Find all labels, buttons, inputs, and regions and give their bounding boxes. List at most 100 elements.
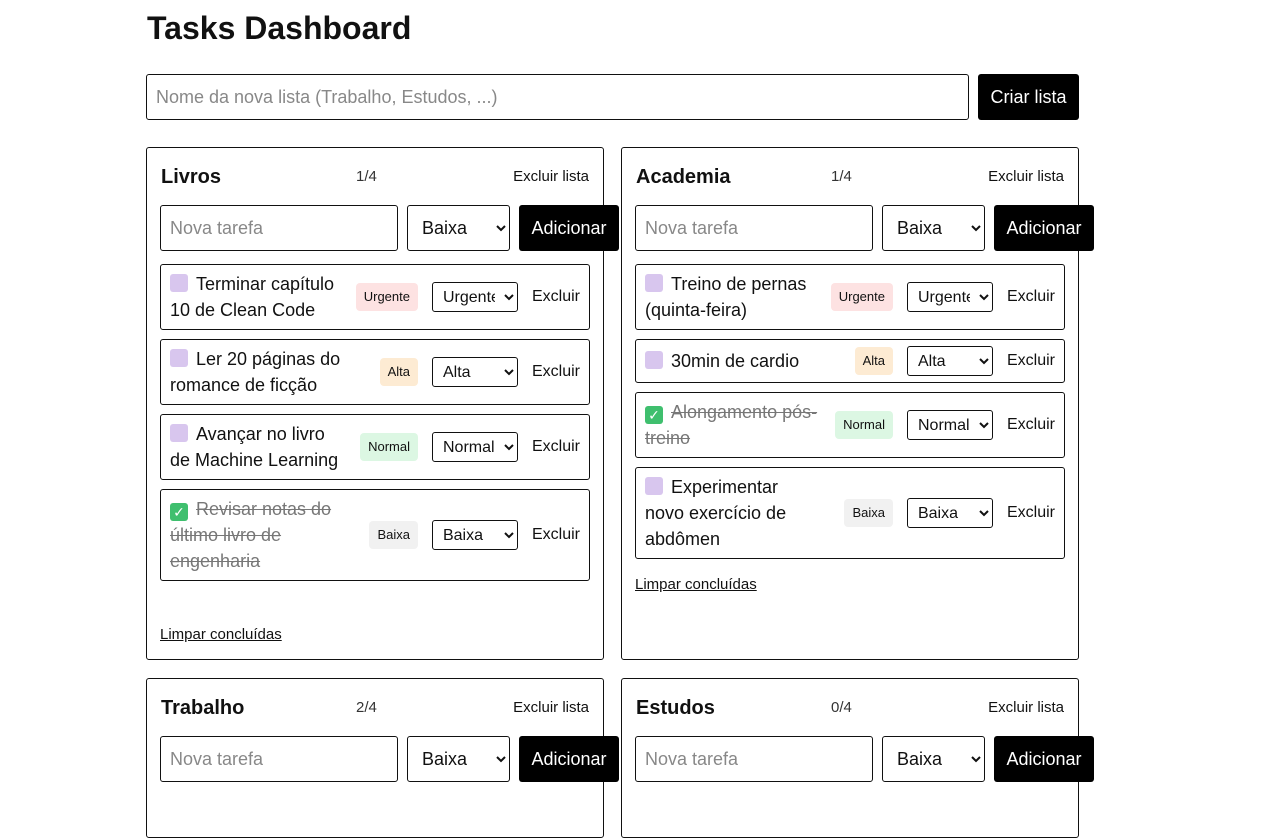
task-text: Terminar capítulo 10 de Clean Code xyxy=(170,271,345,323)
new-task-input[interactable] xyxy=(160,205,398,251)
delete-task-button[interactable]: Excluir xyxy=(532,526,580,544)
task-text: Experimentar novo exercício de abdômen xyxy=(645,474,820,552)
list-card-estudos: Estudos 0/4 Excluir listaBaixaNormalAltaUr… xyxy=(621,678,1094,838)
add-task-button[interactable]: Adicionar xyxy=(994,205,1094,251)
task-priority-select[interactable]: BaixaNormalAltaUrgente xyxy=(431,432,518,462)
list-title: Livros xyxy=(161,166,222,188)
checked-checkbox-icon[interactable]: ✓ xyxy=(645,406,663,424)
task-item: 30min de cardio Alta BaixaNormalAltaUrgent… xyxy=(635,339,1065,383)
delete-task-button[interactable]: Excluir xyxy=(1007,288,1055,306)
task-label: Avançar no livro de Machine Learning xyxy=(170,424,339,470)
list-progress-count: 1/4 xyxy=(831,168,852,185)
delete-list-button[interactable]: Excluir lista xyxy=(513,695,589,721)
clear-completed-link[interactable]: Limpar concluídas xyxy=(160,626,282,643)
task-item: Ler 20 páginas do romance de ficção Alta B… xyxy=(160,339,590,405)
task-text: 30min de cardio xyxy=(645,348,820,374)
checked-checkbox-icon[interactable]: ✓ xyxy=(170,503,188,521)
task-item: Experimentar novo exercício de abdômen Ba… xyxy=(635,467,1065,559)
task-label: 30min de cardio xyxy=(671,351,800,371)
priority-badge: Urgente xyxy=(830,283,893,311)
list-card-header: Estudos 0/4 Excluir lista xyxy=(636,695,1064,721)
list-progress-count: 0/4 xyxy=(831,699,852,716)
task-label: Alongamento pós-treino xyxy=(645,402,818,448)
task-item: Avançar no livro de Machine Learning Norm… xyxy=(160,414,590,480)
list-progress-count: 2/4 xyxy=(356,699,377,716)
task-priority-select[interactable]: BaixaNormalAltaUrgente xyxy=(431,520,518,550)
task-text: ✓ Alongamento pós-treino xyxy=(645,399,820,451)
create-list-button[interactable]: Criar lista xyxy=(978,74,1079,120)
new-task-priority-select[interactable]: BaixaNormalAltaUrgente xyxy=(882,736,985,782)
delete-list-button[interactable]: Excluir lista xyxy=(988,695,1064,721)
new-task-priority-select[interactable]: BaixaNormalAltaUrgente xyxy=(407,205,510,251)
delete-task-button[interactable]: Excluir xyxy=(532,363,580,381)
priority-badge: Alta xyxy=(854,347,893,375)
task-text: Ler 20 páginas do romance de ficção xyxy=(170,346,345,398)
priority-badge: Normal xyxy=(835,411,893,439)
unchecked-checkbox-icon[interactable] xyxy=(170,349,188,367)
task-list: Treino de pernas (quinta-feira) Urgente Ba… xyxy=(635,264,1065,568)
new-task-input[interactable] xyxy=(160,736,398,782)
page-title: Tasks Dashboard xyxy=(147,10,412,46)
unchecked-checkbox-icon[interactable] xyxy=(645,477,663,495)
list-card-header: Livros 1/4 Excluir lista xyxy=(161,164,589,190)
task-priority-select[interactable]: BaixaNormalAltaUrgente xyxy=(906,346,993,376)
priority-badge: Normal xyxy=(360,433,418,461)
task-label: Treino de pernas (quinta-feira) xyxy=(645,274,807,320)
delete-task-button[interactable]: Excluir xyxy=(1007,352,1055,370)
task-controls: Urgente BaixaNormalAltaUrgente Excluir xyxy=(355,282,580,312)
task-priority-select[interactable]: BaixaNormalAltaUrgente xyxy=(431,357,518,387)
list-card-header: Trabalho 2/4 Excluir lista xyxy=(161,695,589,721)
priority-badge: Alta xyxy=(379,358,418,386)
task-list: Terminar capítulo 10 de Clean Code Urgent… xyxy=(160,264,590,590)
list-progress-count: 1/4 xyxy=(356,168,377,185)
unchecked-checkbox-icon[interactable] xyxy=(170,424,188,442)
task-controls: Baixa BaixaNormalAltaUrgente Excluir xyxy=(369,520,580,550)
delete-task-button[interactable]: Excluir xyxy=(532,438,580,456)
priority-badge: Urgente xyxy=(355,283,418,311)
task-item: ✓ Revisar notas do último livro de engenh… xyxy=(160,489,590,581)
unchecked-checkbox-icon[interactable] xyxy=(645,351,663,369)
new-list-input[interactable] xyxy=(146,74,969,120)
unchecked-checkbox-icon[interactable] xyxy=(645,274,663,292)
task-controls: Alta BaixaNormalAltaUrgente Excluir xyxy=(854,346,1055,376)
delete-list-button[interactable]: Excluir lista xyxy=(513,164,589,190)
list-title: Trabalho xyxy=(161,697,245,719)
task-item: Terminar capítulo 10 de Clean Code Urgent… xyxy=(160,264,590,330)
priority-badge: Baixa xyxy=(844,499,893,527)
list-card-academia: Academia1/4Excluir listaBaixaNormalAltaU… xyxy=(621,147,1094,660)
delete-task-button[interactable]: Excluir xyxy=(1007,416,1055,434)
task-controls: Baixa BaixaNormalAltaUrgente Excluir xyxy=(844,498,1055,528)
add-task-button[interactable]: Adicionar xyxy=(994,736,1094,782)
task-label: Experimentar novo exercício de abdômen xyxy=(645,477,787,549)
new-task-input[interactable] xyxy=(635,736,873,782)
task-controls: Alta BaixaNormalAltaUrgente Excluir xyxy=(379,357,580,387)
add-task-button[interactable]: Adicionar xyxy=(519,205,619,251)
new-task-input[interactable] xyxy=(635,205,873,251)
task-label: Ler 20 páginas do romance de ficção xyxy=(170,349,341,395)
delete-task-button[interactable]: Excluir xyxy=(532,288,580,306)
task-priority-select[interactable]: BaixaNormalAltaUrgente xyxy=(906,282,993,312)
task-priority-select[interactable]: BaixaNormalAltaUrgente xyxy=(906,498,993,528)
add-task-button[interactable]: Adicionar xyxy=(519,736,619,782)
task-priority-select[interactable]: BaixaNormalAltaUrgente xyxy=(906,410,993,440)
task-controls: Normal BaixaNormalAltaUrgente Excluir xyxy=(835,410,1055,440)
delete-list-button[interactable]: Excluir lista xyxy=(988,164,1064,190)
delete-task-button[interactable]: Excluir xyxy=(1007,504,1055,522)
dashboard-page: Tasks Dashboard Criar lista Livros 1/4 Exc… xyxy=(0,0,1280,838)
priority-badge: Baixa xyxy=(369,521,418,549)
clear-completed-link[interactable]: Limpar concluídas xyxy=(635,576,757,593)
new-task-priority-select[interactable]: BaixaNormalAltaUrgente xyxy=(882,205,985,251)
list-title: Academia xyxy=(636,166,731,188)
list-card-header: Academia 1/4 Excluir lista xyxy=(636,164,1064,190)
task-priority-select[interactable]: BaixaNormalAltaUrgente xyxy=(431,282,518,312)
list-card-livros: Livros1/4Excluir listaBaixaNormalAltaUrg… xyxy=(146,147,619,660)
unchecked-checkbox-icon[interactable] xyxy=(170,274,188,292)
task-text: Avançar no livro de Machine Learning xyxy=(170,421,345,473)
task-label: Terminar capítulo 10 de Clean Code xyxy=(170,274,335,320)
task-text: ✓ Revisar notas do último livro de engenh… xyxy=(170,496,345,574)
task-item: Treino de pernas (quinta-feira) Urgente Ba… xyxy=(635,264,1065,330)
task-label: Revisar notas do último livro de engenha… xyxy=(170,499,332,571)
new-task-priority-select[interactable]: BaixaNormalAltaUrgente xyxy=(407,736,510,782)
task-controls: Urgente BaixaNormalAltaUrgente Excluir xyxy=(830,282,1055,312)
list-title: Estudos xyxy=(636,697,715,719)
